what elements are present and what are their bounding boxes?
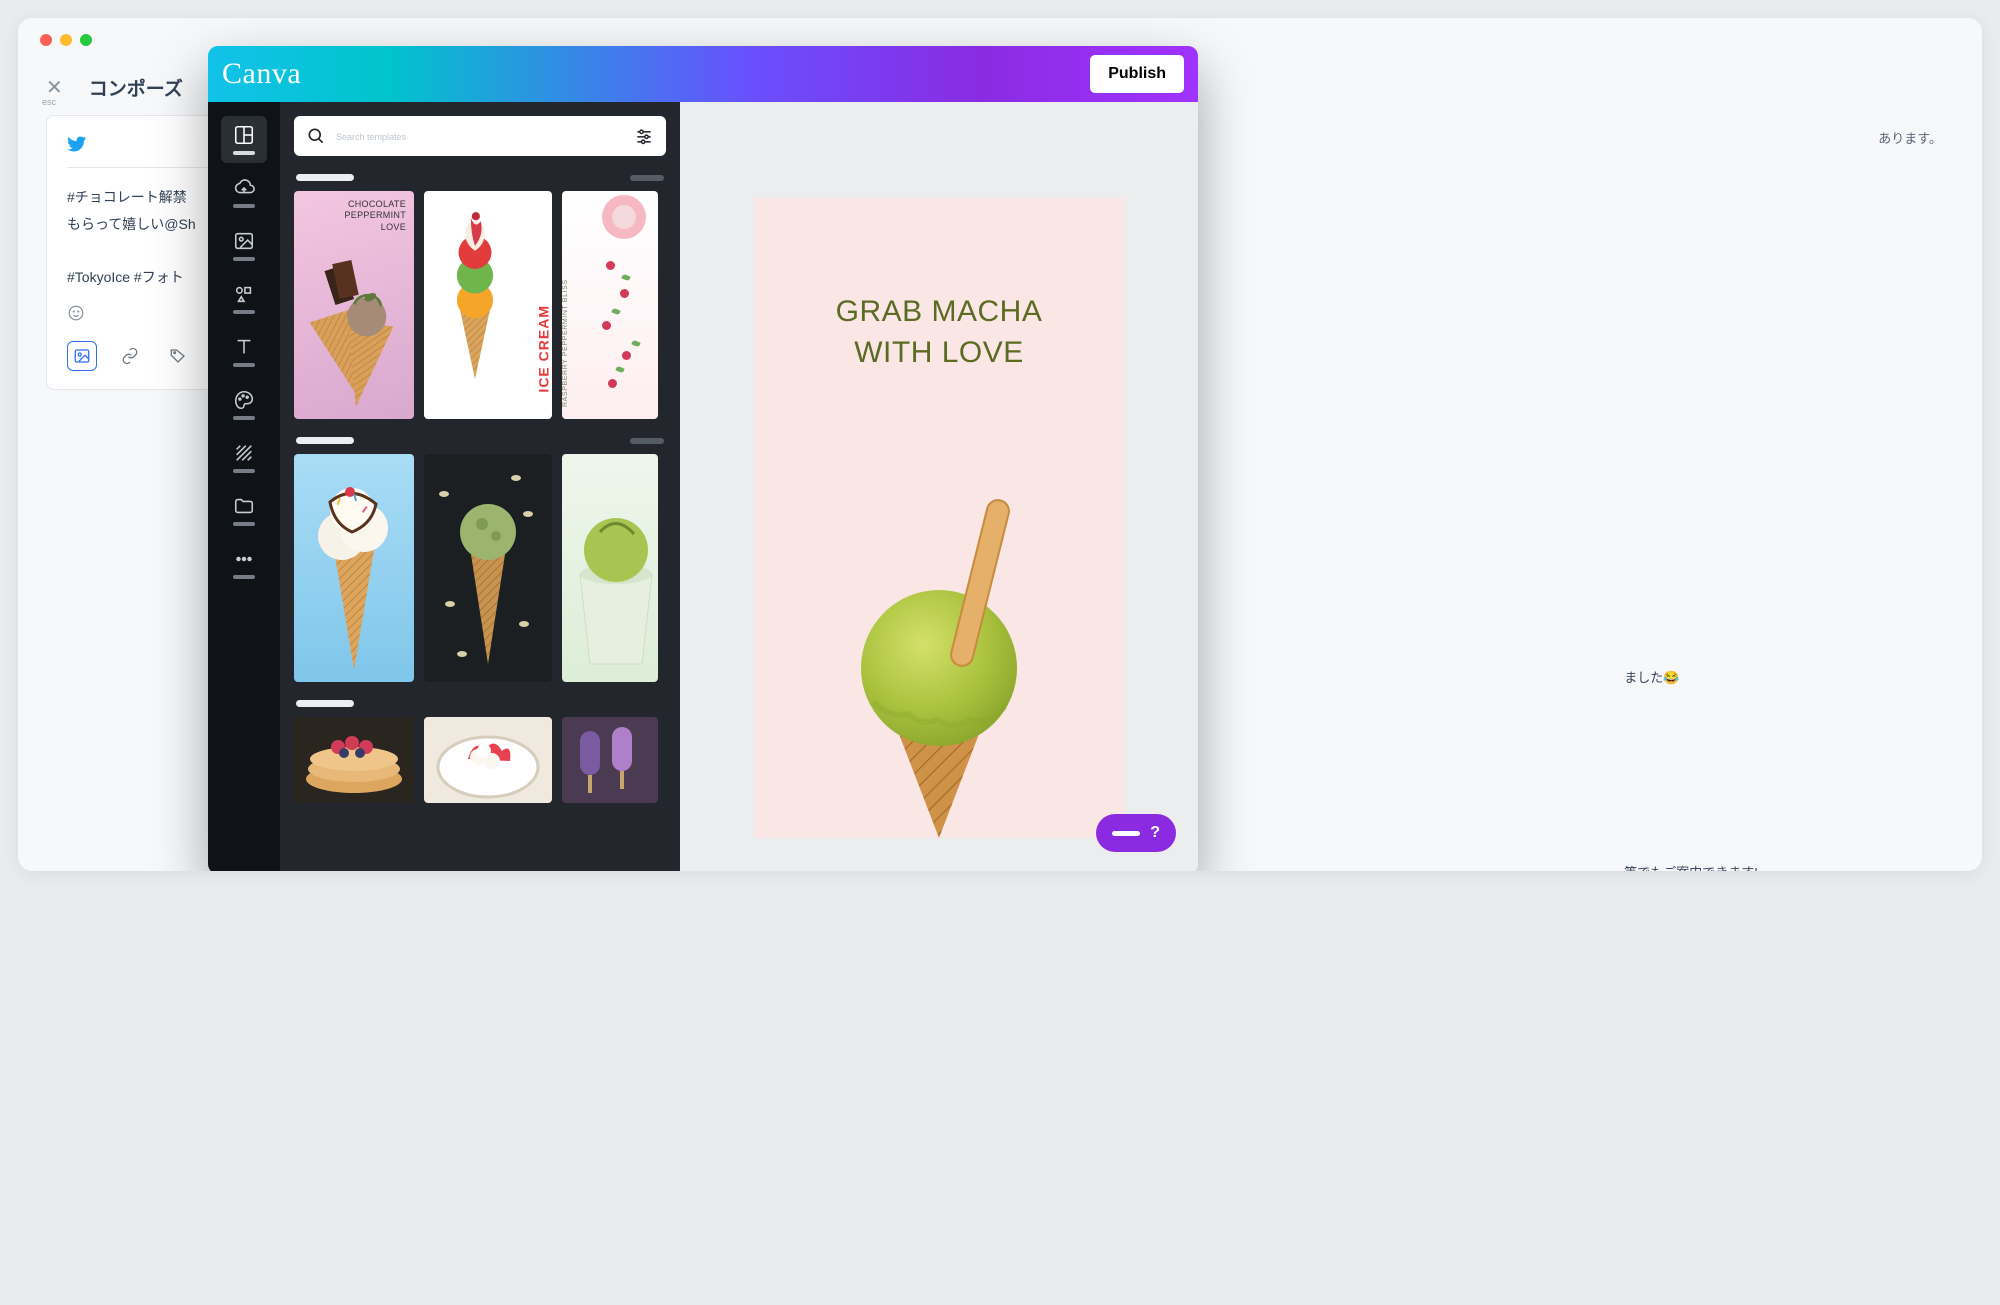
photo-pistachio-dark[interactable] — [424, 454, 552, 682]
section-header-3 — [296, 700, 664, 707]
filter-icon[interactable] — [634, 126, 654, 146]
photo-popsicles[interactable] — [562, 717, 658, 803]
image-attach-button[interactable] — [67, 341, 97, 371]
photo-vanilla-cone[interactable] — [294, 454, 414, 682]
side-rail — [208, 102, 280, 871]
rail-folders[interactable] — [221, 487, 267, 534]
photo-strawberry-cream-bowl[interactable] — [424, 717, 552, 803]
canvas-area[interactable]: GRAB MACHA WITH LOVE — [680, 102, 1198, 871]
rail-templates[interactable] — [221, 116, 267, 163]
link-attach-button[interactable] — [115, 341, 145, 371]
template-raspberry-bliss[interactable]: RASPBERRY PEPPERMINT BLISS — [562, 191, 658, 419]
templates-panel: CHOCOLATE PEPPERMINT LOVE — [280, 102, 680, 871]
rail-more[interactable] — [221, 540, 267, 587]
template-search[interactable] — [294, 116, 666, 156]
help-question-icon: ? — [1150, 824, 1160, 842]
template-row-3 — [294, 717, 666, 803]
maximize-window-button[interactable] — [80, 34, 92, 46]
notice-text: あります。 — [1878, 128, 1942, 147]
close-window-button[interactable] — [40, 34, 52, 46]
poster-headline[interactable]: GRAB MACHA WITH LOVE — [754, 292, 1124, 373]
section-header-1 — [296, 174, 664, 181]
rail-photos[interactable] — [221, 222, 267, 269]
feed-line-1: ました😂 — [1624, 666, 1942, 691]
search-input[interactable] — [336, 129, 624, 143]
twitter-tab[interactable] — [67, 134, 87, 159]
search-icon — [306, 126, 326, 146]
window-controls — [40, 34, 92, 46]
canva-header: Canva Publish — [208, 46, 1198, 102]
rail-elements[interactable] — [221, 275, 267, 322]
compose-title: コンポーズ — [89, 74, 183, 101]
rail-text[interactable] — [221, 328, 267, 375]
close-compose-button[interactable]: ✕ — [46, 75, 63, 100]
photo-matcha-cup[interactable] — [562, 454, 658, 682]
feed-line-2: 等でもご案内できます! — [1624, 861, 1942, 871]
publish-button[interactable]: Publish — [1090, 55, 1184, 93]
background-feed: ました😂 等でもご案内できます! もらって嬉しい@ShibuyaIce を皆様に… — [1624, 666, 1942, 871]
poster-illustration — [819, 478, 1059, 838]
rail-uploads[interactable] — [221, 169, 267, 216]
photo-pancakes-berries[interactable] — [294, 717, 414, 803]
template-ice-cream[interactable]: ICE CREAM — [424, 191, 552, 419]
design-canvas[interactable]: GRAB MACHA WITH LOVE — [754, 198, 1124, 838]
template-row-2 — [294, 454, 666, 682]
canva-logo: Canva — [222, 57, 301, 91]
tag-attach-button[interactable] — [163, 341, 193, 371]
section-header-2 — [296, 437, 664, 444]
template-row-1: CHOCOLATE PEPPERMINT LOVE — [294, 191, 666, 419]
canva-window: Canva Publish — [208, 46, 1198, 871]
help-dash-icon — [1112, 831, 1140, 836]
help-button[interactable]: ? — [1096, 814, 1176, 852]
browser-window: ✕ コンポーズ あります。 #チョコレート解禁 もらって嬉しい@Sh #Toky… — [18, 18, 1982, 871]
rail-styles[interactable] — [221, 381, 267, 428]
rail-background[interactable] — [221, 434, 267, 481]
template-chocolate-peppermint[interactable]: CHOCOLATE PEPPERMINT LOVE — [294, 191, 414, 419]
minimize-window-button[interactable] — [60, 34, 72, 46]
